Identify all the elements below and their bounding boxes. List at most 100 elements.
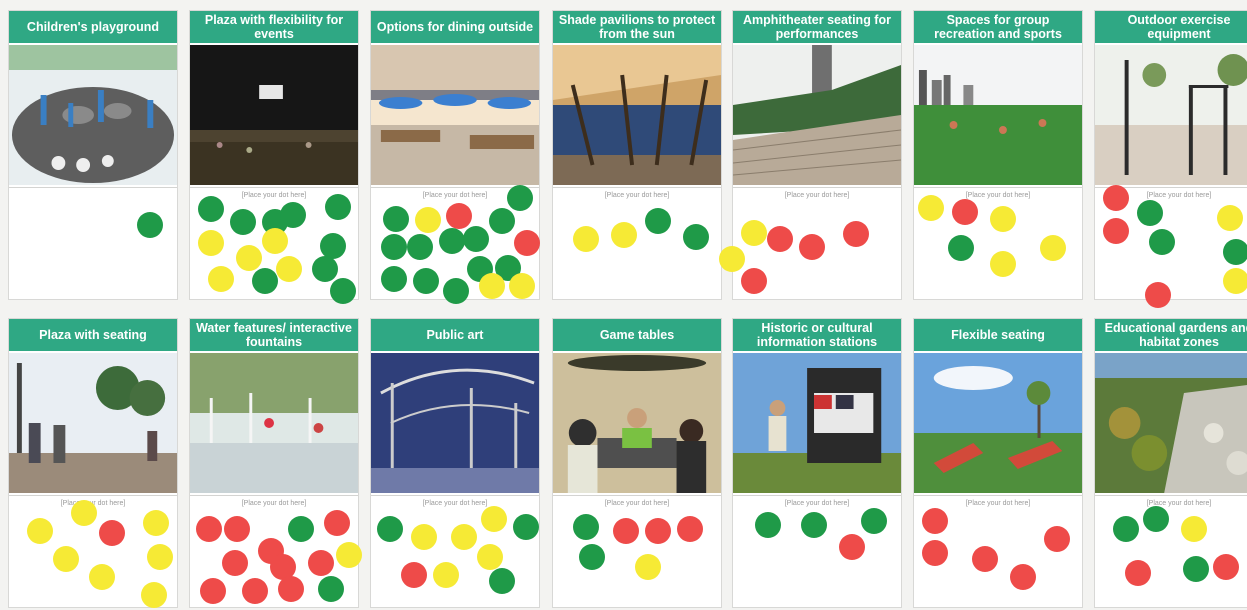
- card-photo: [9, 353, 177, 493]
- yellow-vote-dot: [719, 246, 745, 272]
- red-vote-dot: [278, 576, 304, 602]
- dot-area[interactable]: [Place your dot here]: [371, 495, 539, 610]
- card-title: Game tables: [553, 319, 721, 351]
- photo-illustration: [553, 45, 721, 185]
- photo-illustration: [914, 45, 1082, 185]
- dot-area[interactable]: [9, 187, 177, 302]
- dot-placeholder-hint: [Place your dot here]: [784, 192, 850, 199]
- dot-area[interactable]: [Place your dot here]: [190, 495, 362, 610]
- green-vote-dot: [683, 224, 709, 250]
- yellow-vote-dot: [141, 582, 167, 608]
- green-vote-dot: [489, 208, 515, 234]
- green-vote-dot: [755, 512, 781, 538]
- dot-area[interactable]: [Place your dot here]: [719, 187, 901, 302]
- green-vote-dot: [137, 212, 163, 238]
- green-vote-dot: [230, 209, 256, 235]
- option-card: Spaces for group recreation and sports […: [913, 10, 1083, 300]
- option-card: Public art [Place your dot here]: [370, 318, 540, 608]
- red-vote-dot: [1103, 185, 1129, 211]
- card-title: Amphitheater seating for performances: [733, 11, 901, 43]
- card-photo: [371, 353, 539, 493]
- red-vote-dot: [200, 578, 226, 604]
- yellow-vote-dot: [1040, 235, 1066, 261]
- card-title: Spaces for group recreation and sports: [914, 11, 1082, 43]
- yellow-vote-dot: [1217, 205, 1243, 231]
- yellow-vote-dot: [1181, 516, 1207, 542]
- card-title: Plaza with flexibility for events: [190, 11, 358, 43]
- dot-placeholder-hint: [Place your dot here]: [604, 500, 670, 507]
- photo-illustration: [733, 353, 901, 493]
- yellow-vote-dot: [198, 230, 224, 256]
- red-vote-dot: [1213, 554, 1239, 580]
- yellow-vote-dot: [208, 266, 234, 292]
- dot-area[interactable]: [Place your dot here]: [914, 495, 1082, 610]
- dot-area[interactable]: [Place your dot here]: [1095, 495, 1247, 610]
- dot-placeholder-hint: [Place your dot here]: [422, 500, 488, 507]
- card-photo: [553, 353, 721, 493]
- option-card: Water features/ interactive fountains [P…: [189, 318, 362, 610]
- card-title: Educational gardens and habitat zones: [1095, 319, 1247, 351]
- dot-area[interactable]: [Place your dot here]: [553, 187, 721, 302]
- dot-area[interactable]: [Place your dot here]: [733, 495, 901, 610]
- green-vote-dot: [645, 208, 671, 234]
- card-photo: [733, 353, 901, 493]
- photo-illustration: [371, 45, 539, 185]
- yellow-vote-dot: [262, 228, 288, 254]
- green-vote-dot: [330, 278, 356, 304]
- dot-area[interactable]: [Place your dot here]: [371, 185, 540, 304]
- yellow-vote-dot: [433, 562, 459, 588]
- card-photo: [733, 45, 901, 185]
- green-vote-dot: [312, 256, 338, 282]
- green-vote-dot: [381, 266, 407, 292]
- dot-area[interactable]: [Place your dot here]: [1095, 185, 1247, 308]
- card-photo: [190, 45, 358, 185]
- option-card: Outdoor exercise equipment [Place your d…: [1094, 10, 1247, 308]
- option-card: Children's playground: [8, 10, 178, 300]
- card-photo: [1095, 353, 1247, 493]
- red-vote-dot: [799, 234, 825, 260]
- yellow-vote-dot: [147, 544, 173, 570]
- yellow-vote-dot: [89, 564, 115, 590]
- dot-area[interactable]: [Place your dot here]: [190, 187, 358, 304]
- photo-illustration: [1095, 45, 1247, 185]
- yellow-vote-dot: [477, 544, 503, 570]
- card-title: Plaza with seating: [9, 319, 177, 351]
- option-card: Educational gardens and habitat zones [P…: [1094, 318, 1247, 608]
- green-vote-dot: [861, 508, 887, 534]
- green-vote-dot: [407, 234, 433, 260]
- card-photo: [1095, 45, 1247, 185]
- option-card: Flexible seating [Place your dot here]: [913, 318, 1083, 608]
- photo-illustration: [553, 353, 721, 493]
- yellow-vote-dot: [53, 546, 79, 572]
- option-card: Options for dining outside [Place your d…: [370, 10, 540, 304]
- yellow-vote-dot: [990, 206, 1016, 232]
- yellow-vote-dot: [509, 273, 535, 299]
- card-title: Options for dining outside: [371, 11, 539, 43]
- red-vote-dot: [308, 550, 334, 576]
- dot-area[interactable]: [Place your dot here]: [553, 495, 721, 610]
- dot-placeholder-hint: [Place your dot here]: [1146, 500, 1212, 507]
- dot-area[interactable]: [Place your dot here]: [914, 187, 1082, 302]
- green-vote-dot: [513, 514, 539, 540]
- card-photo: [9, 45, 177, 185]
- option-card: Shade pavilions to protect from the sun …: [552, 10, 722, 300]
- red-vote-dot: [767, 226, 793, 252]
- green-vote-dot: [1143, 506, 1169, 532]
- green-vote-dot: [1183, 556, 1209, 582]
- yellow-vote-dot: [481, 506, 507, 532]
- dot-placeholder-hint: [Place your dot here]: [965, 500, 1031, 507]
- red-vote-dot: [843, 221, 869, 247]
- green-vote-dot: [573, 514, 599, 540]
- photo-illustration: [914, 353, 1082, 493]
- option-card: Historic or cultural information station…: [732, 318, 902, 608]
- card-title: Water features/ interactive fountains: [190, 319, 358, 351]
- card-title: Outdoor exercise equipment: [1095, 11, 1247, 43]
- photo-illustration: [190, 45, 358, 185]
- green-vote-dot: [948, 235, 974, 261]
- green-vote-dot: [381, 234, 407, 260]
- dot-voting-board: Children's playground Plaza with flexibi…: [0, 0, 1247, 608]
- dot-area[interactable]: [Place your dot here]: [9, 495, 177, 610]
- red-vote-dot: [972, 546, 998, 572]
- red-vote-dot: [1010, 564, 1036, 590]
- card-title: Shade pavilions to protect from the sun: [553, 11, 721, 43]
